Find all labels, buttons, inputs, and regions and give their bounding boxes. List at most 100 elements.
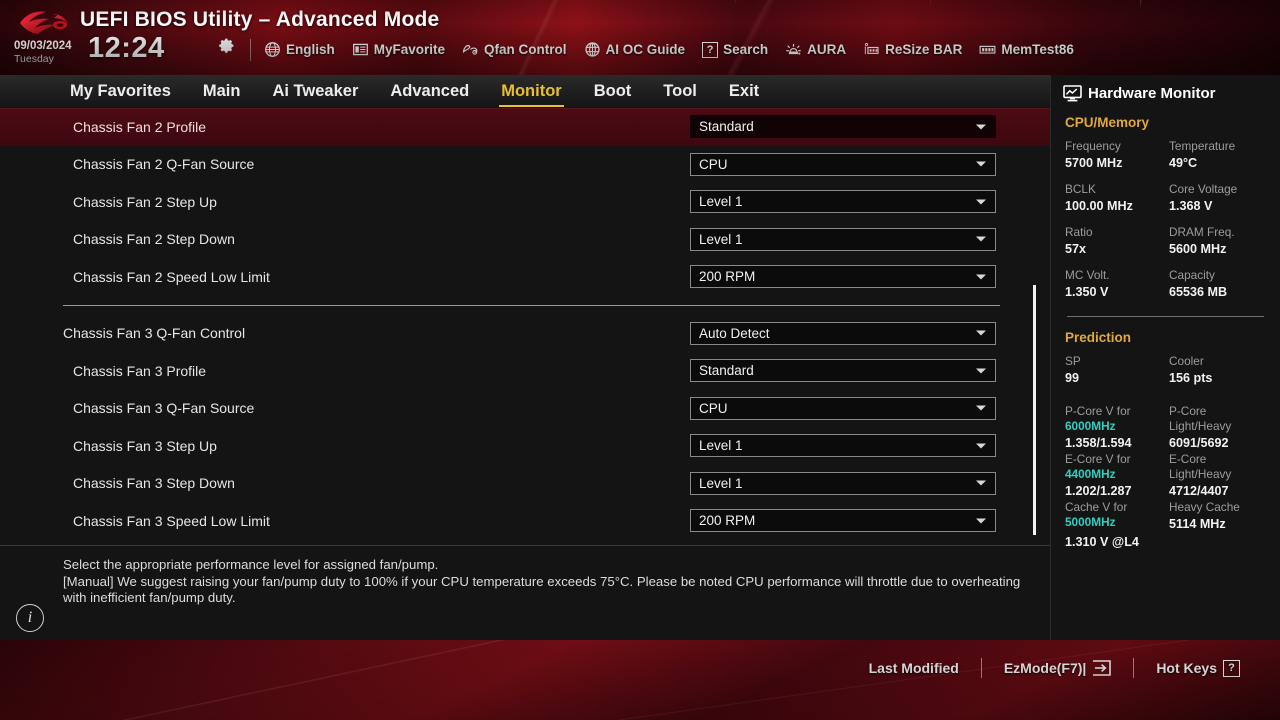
setting-row-chassis-fan-3-speed-low-limit[interactable]: Chassis Fan 3 Speed Low Limit 200 RPM [0,502,1050,540]
toolbar-item-resize-bar[interactable]: ReSize BAR [863,41,962,58]
stat-key: E-Core [1169,452,1207,466]
setting-value: Level 1 [699,194,743,210]
tab-exit[interactable]: Exit [713,80,775,103]
toolbar-label: MemTest86 [1001,42,1074,57]
tab-main[interactable]: Main [187,80,257,103]
setting-dropdown[interactable]: Level 1 [690,434,996,458]
setting-label: Chassis Fan 3 Speed Low Limit [73,512,270,529]
date-display: 09/03/2024 Tuesday [14,40,72,66]
setting-row-chassis-fan-3-profile[interactable]: Chassis Fan 3 Profile Standard [0,352,1050,390]
stat-key-freq: 5000MHz [1065,515,1116,529]
list-icon [352,43,368,56]
setting-dropdown[interactable]: Standard [690,359,996,383]
stat-key: P-Core [1169,404,1207,418]
tab-tool[interactable]: Tool [647,80,713,103]
hotkeys-button[interactable]: Hot Keys ? [1134,659,1262,677]
toolbar-item-memtest86[interactable]: MemTest86 [979,41,1074,58]
stat-value: 1.358/1.594 [1065,436,1132,450]
toolbar-label: Search [723,42,769,57]
setting-row-chassis-fan-2-speed-low-limit[interactable]: Chassis Fan 2 Speed Low Limit 200 RPM [0,258,1050,296]
setting-label: Chassis Fan 2 Profile [73,118,207,135]
clock-display: 12:24 [88,32,165,64]
setting-row-chassis-fan-3-step-down[interactable]: Chassis Fan 3 Step Down Level 1 [0,465,1050,503]
setting-label: Chassis Fan 2 Step Down [73,231,235,248]
last-modified-button[interactable]: Last Modified [847,660,981,676]
chevron-down-icon [976,405,986,411]
setting-value: 200 RPM [699,513,756,529]
setting-value: 200 RPM [699,269,756,285]
hotkeys-label: Hot Keys [1156,660,1217,676]
stat-value: 65536 MB [1169,285,1228,299]
setting-value: Level 1 [699,231,743,247]
bios-screen: UEFI BIOS Utility – Advanced Mode 09/03/… [0,0,1280,720]
stat-key: Capacity [1169,268,1215,282]
chevron-down-icon [976,274,986,280]
stat-value: 1.350 V [1065,285,1109,299]
setting-dropdown[interactable]: Level 1 [690,190,996,214]
tab-advanced[interactable]: Advanced [374,80,485,103]
date-value: 09/03/2024 [14,40,72,52]
setting-dropdown[interactable]: CPU [690,396,996,420]
stat-value: 100.00 MHz [1065,199,1133,213]
main-menu-bar: My Favorites Main Ai Tweaker Advanced Mo… [0,75,1050,108]
tab-ai-tweaker[interactable]: Ai Tweaker [256,80,374,103]
stat-value: 1.368 V [1169,199,1213,213]
gear-icon[interactable] [216,36,236,56]
setting-label: Chassis Fan 3 Q-Fan Source [73,400,255,417]
stat-key: DRAM Freq. [1169,225,1235,239]
stat-value: 5600 MHz [1169,242,1227,256]
stat-key: Cache V for [1065,500,1128,514]
stat-key: SP [1065,354,1081,368]
ezmode-button[interactable]: EzMode(F7)| [982,660,1133,676]
setting-row-chassis-fan-3-q-fan-control[interactable]: Chassis Fan 3 Q-Fan Control Auto Detect [0,315,1050,353]
rog-logo [20,11,68,35]
tab-my-favorites[interactable]: My Favorites [54,80,187,103]
toolbar-item-myfavorite[interactable]: MyFavorite [352,41,445,58]
monitor-icon [1063,85,1082,102]
chevron-down-icon [976,199,986,205]
info-icon: i [16,604,44,632]
stat-value: 6091/5692 [1169,436,1229,450]
chevron-down-icon [976,480,986,486]
setting-value: Standard [699,363,754,379]
setting-label: Chassis Fan 3 Step Up [73,437,217,454]
toolbar-label: AI OC Guide [605,42,686,57]
tab-boot[interactable]: Boot [578,80,648,103]
question-box-icon: ? [1223,659,1240,677]
footer-bar: Last Modified EzMode(F7)| Hot Keys ? Ver… [0,640,1280,720]
toolbar-item-aura[interactable]: AURA [785,41,846,58]
setting-dropdown[interactable]: Standard [690,115,996,139]
toolbar-item-ai-oc-guide[interactable]: AI OC Guide [584,41,686,58]
setting-row-chassis-fan-3-q-fan-source[interactable]: Chassis Fan 3 Q-Fan Source CPU [0,390,1050,428]
setting-value: CPU [699,400,728,416]
setting-row-chassis-fan-2-step-down[interactable]: Chassis Fan 2 Step Down Level 1 [0,221,1050,259]
stat-key: E-Core V for [1065,452,1131,466]
stat-key: P-Core V for [1065,404,1131,418]
setting-row-chassis-fan-2-step-up[interactable]: Chassis Fan 2 Step Up Level 1 [0,183,1050,221]
prediction-detail-stats: P-Core V for P-Core 6000MHz Light/Heavy … [1051,396,1280,551]
setting-label: Chassis Fan 3 Step Down [73,475,235,492]
stat-value: 1.202/1.287 [1065,484,1132,498]
toolbar-item-qfan-control[interactable]: Qfan Control [462,41,567,58]
toolbar-item-search[interactable]: ? Search [702,41,769,58]
setting-dropdown[interactable]: Auto Detect [690,321,996,345]
stat-value: 1.310 V @L4 [1065,535,1139,549]
stat-key-freq: 4400MHz [1065,467,1116,481]
setting-row-chassis-fan-2-profile[interactable]: Chassis Fan 2 Profile Standard [0,108,1050,146]
stat-key: Core Voltage [1169,182,1238,196]
setting-row-chassis-fan-2-q-fan-source[interactable]: Chassis Fan 2 Q-Fan Source CPU [0,146,1050,184]
help-text: Select the appropriate performance level… [63,557,1028,607]
content-scrollbar[interactable] [1033,285,1036,535]
setting-dropdown[interactable]: Level 1 [690,227,996,251]
tab-monitor[interactable]: Monitor [485,80,577,107]
toolbar-item-english[interactable]: English [264,41,335,58]
help-panel: i Select the appropriate performance lev… [0,545,1050,640]
setting-row-chassis-fan-3-step-up[interactable]: Chassis Fan 3 Step Up Level 1 [0,427,1050,465]
group-divider [63,304,1000,306]
chevron-down-icon [976,124,986,130]
setting-dropdown[interactable]: 200 RPM [690,509,996,533]
setting-dropdown[interactable]: CPU [690,152,996,176]
setting-dropdown[interactable]: Level 1 [690,471,996,495]
setting-dropdown[interactable]: 200 RPM [690,265,996,289]
setting-label: Chassis Fan 2 Speed Low Limit [73,268,270,285]
